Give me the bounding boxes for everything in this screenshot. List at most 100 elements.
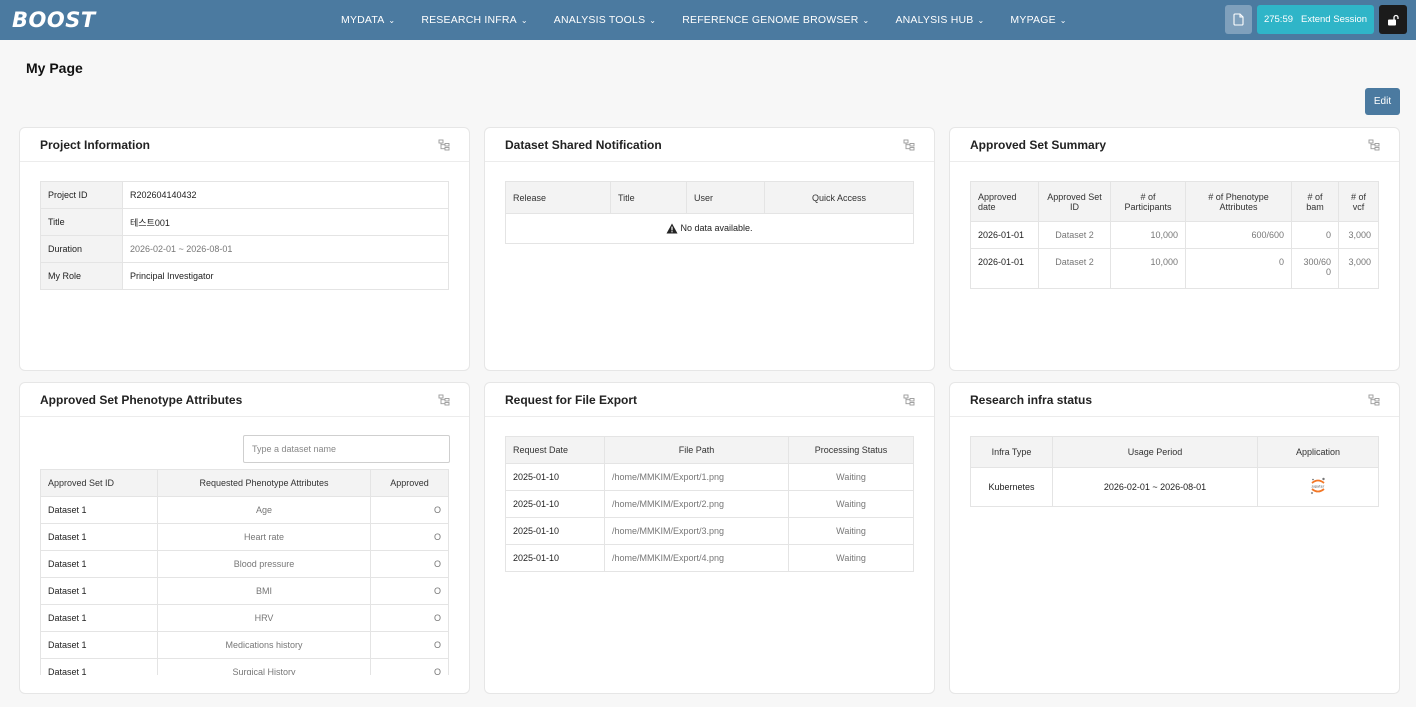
phenotype-table: Approved Set ID Requested Phenotype Attr… <box>40 469 449 675</box>
column-header[interactable]: Requested Phenotype Attributes <box>157 469 371 497</box>
approved: O <box>370 550 449 578</box>
table-row: 2025-01-10/home/MMKIM/Export/1.png Waitin… <box>505 463 914 491</box>
info-value: 테스트001 <box>122 208 449 236</box>
processing-status: Waiting <box>788 463 914 491</box>
approved-set-id: Dataset 2 <box>1038 248 1111 289</box>
nav-mypage[interactable]: MYPAGE ⌄ <box>1010 14 1066 26</box>
file-path: /home/MMKIM/Export/4.png <box>604 544 789 572</box>
approved-set-id: Dataset 2 <box>1038 221 1111 249</box>
unlock-icon <box>1388 14 1399 25</box>
approved-date: 2026-01-01 <box>970 248 1039 289</box>
file-path: /home/MMKIM/Export/3.png <box>604 517 789 545</box>
column-header[interactable]: Title <box>610 181 687 214</box>
attribute: Surgical History <box>157 658 371 675</box>
nav-analysis-hub[interactable]: ANALYSIS HUB ⌄ <box>895 14 984 26</box>
approved: O <box>370 496 449 524</box>
table-row: 2026-01-01 Dataset 2 10,000 600/600 0 3,… <box>970 221 1379 249</box>
session-timer: 275:59 <box>1263 14 1294 25</box>
column-header[interactable]: Approved date <box>970 181 1039 222</box>
nav-mydata[interactable]: MYDATA ⌄ <box>341 14 395 26</box>
boost-logo[interactable]: BOOST <box>12 8 104 32</box>
usage-period: 2026-02-01 ~ 2026-08-01 <box>1052 467 1258 507</box>
file-path: /home/MMKIM/Export/1.png <box>604 463 789 491</box>
column-header[interactable]: # of Phenotype Attributes <box>1185 181 1292 222</box>
set-id: Dataset 1 <box>40 523 158 551</box>
top-navbar: BOOST MYDATA ⌄ RESEARCH INFRA ⌄ ANALYSIS T… <box>0 0 1416 40</box>
dataset-shared-table: Release Title User Quick Access No data … <box>505 181 914 244</box>
document-icon <box>1232 13 1244 26</box>
card-title: Project Information <box>40 137 151 152</box>
column-header[interactable]: # of vcf <box>1338 181 1379 222</box>
table-row: Dataset 1 BMI O <box>40 577 449 605</box>
project-info-table: Project ID R202604140432 Title 테스트001 Dura… <box>40 181 449 290</box>
table-row: Kubernetes 2026-02-01 ~ 2026-08-01 jupyt… <box>970 467 1379 507</box>
info-key: Title <box>40 208 123 236</box>
table-header-row: Approved Set ID Requested Phenotype Attr… <box>40 469 449 497</box>
set-id: Dataset 1 <box>40 604 158 632</box>
research-infra-status-card: Research infra status Infra Type Usage P… <box>949 382 1400 694</box>
table-row: Dataset 1 Blood pressure O <box>40 550 449 578</box>
approved-set-summary-card: Approved Set Summary Approved date Appro… <box>949 127 1400 371</box>
dataset-search-input[interactable] <box>243 435 450 463</box>
sitemap-icon[interactable] <box>903 394 915 406</box>
column-header[interactable]: Approved Set ID <box>40 469 158 497</box>
set-id: Dataset 1 <box>40 631 158 659</box>
chevron-down-icon: ⌄ <box>520 15 528 25</box>
sitemap-icon[interactable] <box>1368 139 1380 151</box>
sitemap-icon[interactable] <box>1368 394 1380 406</box>
no-data-cell: No data available. <box>505 213 914 244</box>
extend-session-label: Extend Session <box>1301 14 1368 25</box>
table-row: Dataset 1 Age O <box>40 496 449 524</box>
infra-type: Kubernetes <box>970 467 1053 507</box>
card-header: Approved Set Summary <box>950 128 1399 162</box>
column-header[interactable]: Infra Type <box>970 436 1053 468</box>
column-header[interactable]: Usage Period <box>1052 436 1258 468</box>
phenotype-table-scroll[interactable]: Approved Set ID Requested Phenotype Attr… <box>40 469 449 675</box>
column-header[interactable]: Release <box>505 181 611 214</box>
column-header[interactable]: Approved <box>370 469 449 497</box>
document-button[interactable] <box>1225 5 1252 34</box>
sitemap-icon[interactable] <box>438 139 450 151</box>
vcf-count: 3,000 <box>1338 248 1379 289</box>
no-data-text: No data available. <box>680 222 753 233</box>
column-header[interactable]: # of bam <box>1291 181 1339 222</box>
sitemap-icon[interactable] <box>438 394 450 406</box>
table-header-row: Approved date Approved Set ID # of Parti… <box>970 181 1379 222</box>
nav-label: MYDATA <box>341 14 385 26</box>
participants: 10,000 <box>1110 221 1186 249</box>
approved: O <box>370 658 449 675</box>
column-header[interactable]: Request Date <box>505 436 605 464</box>
sitemap-icon[interactable] <box>903 139 915 151</box>
phenotype-attributes-card: Approved Set Phenotype Attributes Approv… <box>19 382 470 694</box>
project-information-card: Project Information Project ID R202604140… <box>19 127 470 371</box>
edit-button[interactable]: Edit <box>1365 88 1400 115</box>
column-header[interactable]: User <box>686 181 765 214</box>
column-header[interactable]: Quick Access <box>764 181 914 214</box>
approved-summary-table: Approved date Approved Set ID # of Parti… <box>970 181 1379 289</box>
table-header-row: Request Date File Path Processing Status <box>505 436 914 464</box>
file-export-table: Request Date File Path Processing Status… <box>505 436 914 572</box>
attribute: Blood pressure <box>157 550 371 578</box>
file-export-card: Request for File Export Request Date Fil… <box>484 382 935 694</box>
extend-session-button[interactable]: 275:59 Extend Session <box>1257 5 1374 34</box>
request-date: 2025-01-10 <box>505 544 605 572</box>
bam-count: 300/600 <box>1291 248 1339 289</box>
nav-analysis-tools[interactable]: ANALYSIS TOOLS ⌄ <box>554 14 656 26</box>
column-header[interactable]: Approved Set ID <box>1038 181 1111 222</box>
nav-research-infra[interactable]: RESEARCH INFRA ⌄ <box>421 14 527 26</box>
column-header[interactable]: Processing Status <box>788 436 914 464</box>
column-header[interactable]: # of Participants <box>1110 181 1186 222</box>
jupyter-icon[interactable]: jupyter <box>1309 476 1327 496</box>
attribute: HRV <box>157 604 371 632</box>
info-value: 2026-02-01 ~ 2026-08-01 <box>122 235 449 263</box>
logout-button[interactable] <box>1379 5 1407 34</box>
card-title: Approved Set Phenotype Attributes <box>40 392 243 407</box>
info-value: R202604140432 <box>122 181 449 209</box>
column-header[interactable]: Application <box>1257 436 1379 468</box>
card-header: Request for File Export <box>485 383 934 417</box>
table-row: Dataset 1 HRV O <box>40 604 449 632</box>
table-header-row: Infra Type Usage Period Application <box>970 436 1379 468</box>
nav-reference-genome-browser[interactable]: REFERENCE GENOME BROWSER ⌄ <box>682 14 869 26</box>
approved: O <box>370 631 449 659</box>
column-header[interactable]: File Path <box>604 436 789 464</box>
